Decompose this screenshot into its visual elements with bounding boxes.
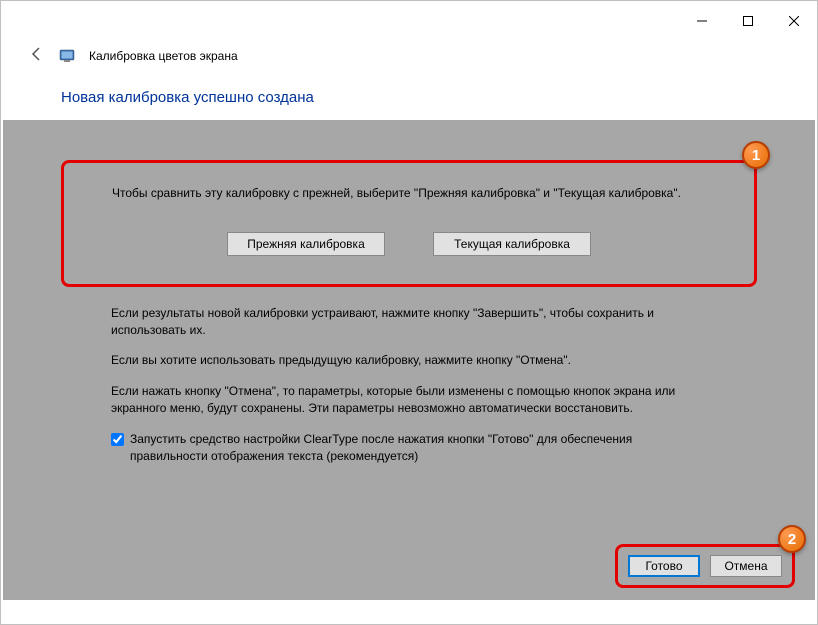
cleartype-checkbox-label: Запустить средство настройки ClearType п… [130, 431, 707, 465]
page-heading: Новая калибровка успешно создана [1, 71, 817, 120]
cancel-button[interactable]: Отмена [710, 555, 782, 577]
content-area: 1 Чтобы сравнить эту калибровку с прежне… [3, 120, 815, 600]
cleartype-checkbox-row: Запустить средство настройки ClearType п… [111, 431, 707, 465]
current-calibration-button[interactable]: Текущая калибровка [433, 232, 591, 256]
window-title: Калибровка цветов экрана [89, 49, 238, 63]
body-paragraph-3: Если нажать кнопку "Отмена", то параметр… [111, 383, 707, 417]
maximize-button[interactable] [725, 5, 771, 37]
highlight-comparison-section: 1 Чтобы сравнить эту калибровку с прежне… [61, 160, 757, 287]
titlebar [1, 1, 817, 41]
minimize-button[interactable] [679, 5, 725, 37]
highlight-footer-buttons: 2 Готово Отмена [615, 544, 795, 588]
body-paragraph-1: Если результаты новой калибровки устраив… [111, 305, 707, 339]
calibration-button-row: Прежняя калибровка Текущая калибровка [112, 232, 706, 256]
app-icon [59, 48, 75, 64]
annotation-badge-2: 2 [778, 525, 806, 553]
cleartype-checkbox[interactable] [111, 433, 124, 446]
annotation-badge-1: 1 [742, 141, 770, 169]
body-paragraph-2: Если вы хотите использовать предыдущую к… [111, 352, 707, 369]
close-button[interactable] [771, 5, 817, 37]
header: Калибровка цветов экрана [1, 41, 817, 71]
instruction-text: Чтобы сравнить эту калибровку с прежней,… [112, 185, 706, 202]
previous-calibration-button[interactable]: Прежняя калибровка [227, 232, 385, 256]
done-button[interactable]: Готово [628, 555, 700, 577]
back-arrow-icon[interactable] [29, 46, 45, 67]
